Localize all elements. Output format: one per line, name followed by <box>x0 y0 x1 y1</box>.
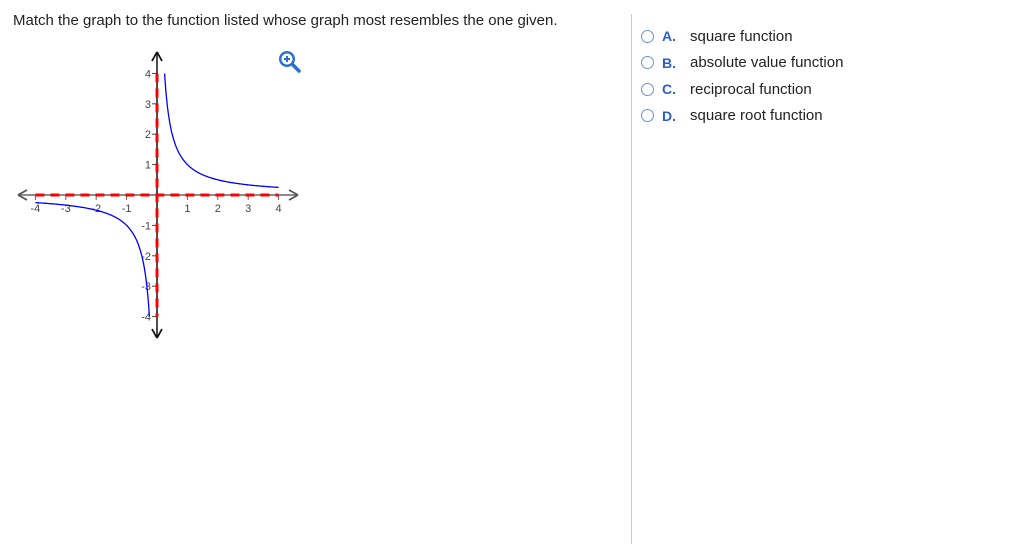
radio-button[interactable] <box>641 56 654 70</box>
radio-button[interactable] <box>641 82 654 96</box>
option-letter: A. <box>662 28 676 45</box>
y-tick-label: 1 <box>145 160 151 172</box>
answer-options: A. square function B. absolute value funct… <box>641 23 843 129</box>
curve-right-branch <box>163 73 279 189</box>
option-letter: C. <box>662 81 676 98</box>
option-label: absolute value function <box>690 54 844 72</box>
x-tick-label: -4 <box>31 203 41 215</box>
y-tick-label: 4 <box>145 68 151 80</box>
option-letter: B. <box>662 54 676 71</box>
option-a[interactable]: A. square function <box>641 23 843 50</box>
y-tick-label: 3 <box>145 99 151 111</box>
curve-left-branch <box>35 201 151 317</box>
option-label: reciprocal function <box>690 80 812 98</box>
x-tick-label: 2 <box>215 203 221 215</box>
option-d[interactable]: D. square root function <box>641 103 843 130</box>
radio-button[interactable] <box>641 29 654 43</box>
x-tick-label: 3 <box>245 203 251 215</box>
option-b[interactable]: B. absolute value function <box>641 50 843 77</box>
option-label: square root function <box>690 107 823 125</box>
x-tick-label: -1 <box>122 203 132 215</box>
option-letter: D. <box>662 107 676 124</box>
divider <box>631 14 632 544</box>
y-tick-label: 2 <box>145 129 151 141</box>
option-label: square function <box>690 27 793 45</box>
x-tick-label: 4 <box>276 203 282 215</box>
reciprocal-graph: -4 -3 -2 -1 1 2 3 44321-1-2-3-4 <box>17 51 299 339</box>
option-c[interactable]: C. reciprocal function <box>641 76 843 103</box>
y-tick-label: -1 <box>141 220 151 232</box>
question-text: Match the graph to the function listed w… <box>13 12 558 29</box>
x-tick-label: 1 <box>184 203 190 215</box>
radio-button[interactable] <box>641 109 654 123</box>
